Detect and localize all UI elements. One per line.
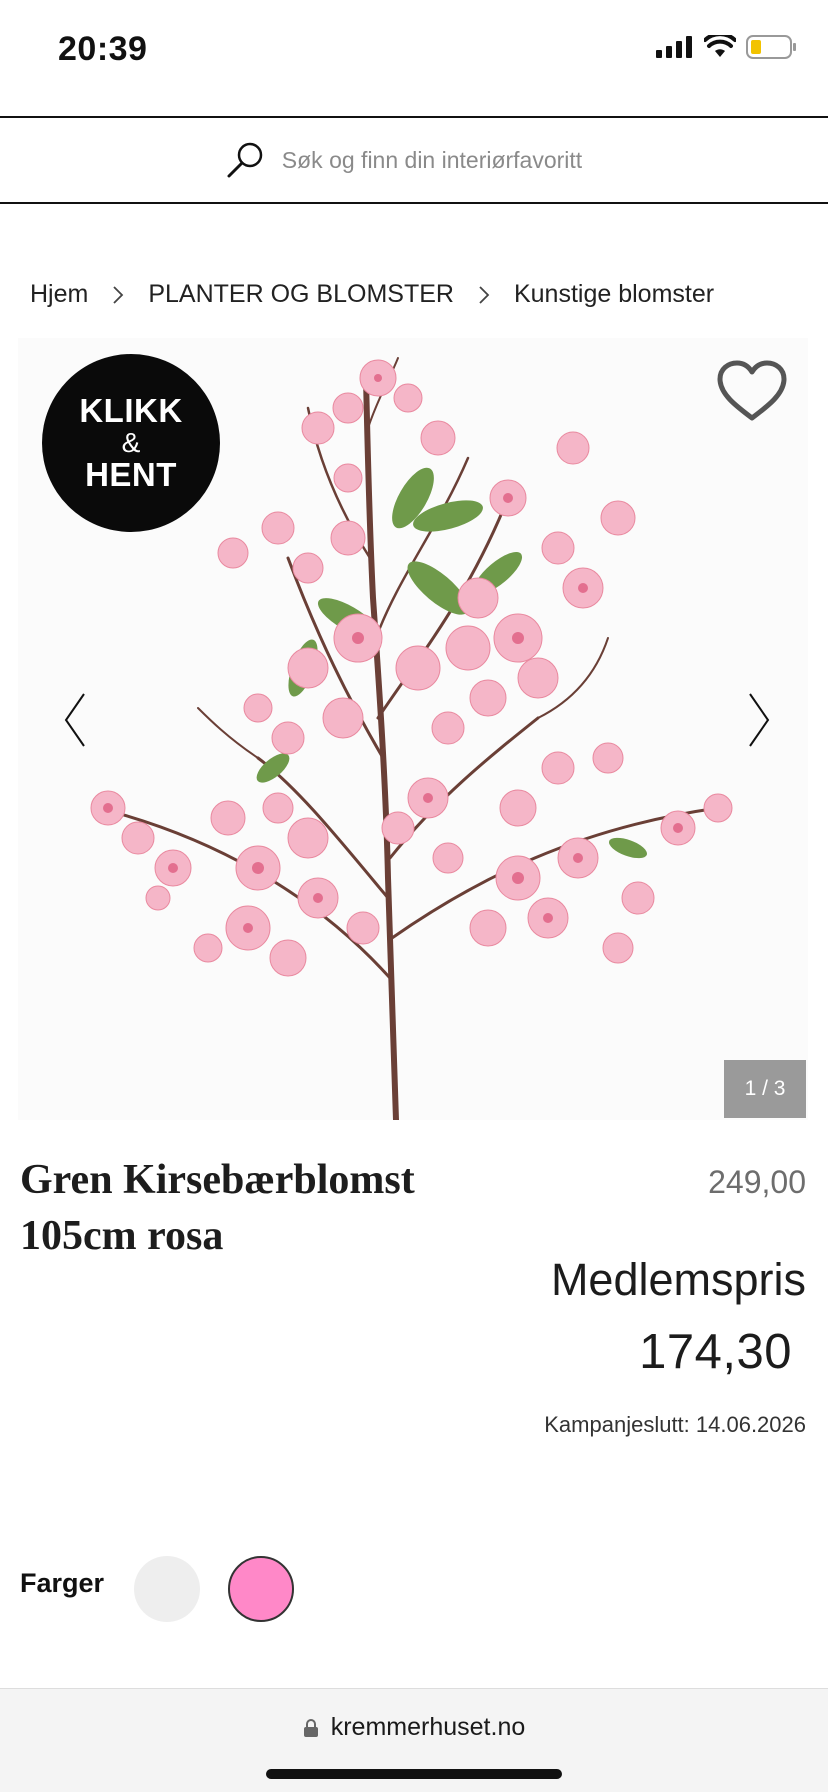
status-time: 20:39: [58, 30, 148, 68]
breadcrumb-plants[interactable]: PLANTER OG BLOMSTER: [148, 280, 454, 309]
campaign-end: Kampanjeslutt: 14.06.2026: [544, 1412, 806, 1437]
badge-line-hent: HENT: [85, 455, 177, 493]
lock-icon: [303, 1718, 318, 1737]
product-title-line1: Gren Kirsebærblomst: [20, 1157, 415, 1203]
click-and-collect-badge: KLIKK & HENT: [42, 354, 220, 532]
product-gallery[interactable]: KLIKK & HENT 1 / 3: [18, 338, 808, 1120]
search-input[interactable]: Søk og finn din interiørfavoritt: [282, 147, 582, 174]
chevron-right-icon[interactable]: [738, 690, 778, 750]
color-swatch-pink[interactable]: [228, 1556, 295, 1622]
chevron-left-icon[interactable]: [56, 690, 96, 750]
breadcrumb-artificial-flowers[interactable]: Kunstige blomster: [514, 280, 714, 309]
wifi-icon: [704, 35, 736, 57]
search-icon: [227, 142, 263, 178]
member-price: 174,30: [639, 1325, 792, 1379]
search-bar[interactable]: Søk og finn din interiørfavoritt: [0, 116, 828, 204]
color-swatch-white[interactable]: [134, 1556, 201, 1622]
product-title-line2: 105cm rosa: [20, 1213, 224, 1259]
status-icons: [656, 34, 798, 60]
chevron-right-icon: [112, 285, 124, 305]
chevron-right-icon: [478, 285, 490, 305]
product-title: Gren Kirsebærblomst 105cm rosa: [20, 1152, 480, 1264]
battery-icon: [746, 35, 796, 59]
home-indicator: [266, 1769, 562, 1779]
browser-url-bar[interactable]: kremmerhuset.no: [0, 1688, 828, 1792]
breadcrumb-home[interactable]: Hjem: [30, 280, 88, 309]
cellular-signal-icon: [656, 36, 692, 58]
member-price-label: Medlemspris: [550, 1254, 806, 1305]
status-bar: 20:39: [0, 0, 828, 100]
breadcrumb: Hjem PLANTER OG BLOMSTER Kunstige blomst…: [30, 280, 714, 309]
badge-line-ampersand: &: [121, 427, 141, 459]
image-counter: 1 / 3: [724, 1060, 806, 1118]
badge-line-klikk: KLIKK: [79, 391, 183, 429]
regular-price: 249,00: [708, 1164, 806, 1200]
url-text[interactable]: kremmerhuset.no: [331, 1713, 526, 1742]
colors-label: Farger: [20, 1567, 105, 1598]
color-selector: Farger: [20, 1556, 322, 1622]
heart-icon[interactable]: [716, 360, 788, 424]
